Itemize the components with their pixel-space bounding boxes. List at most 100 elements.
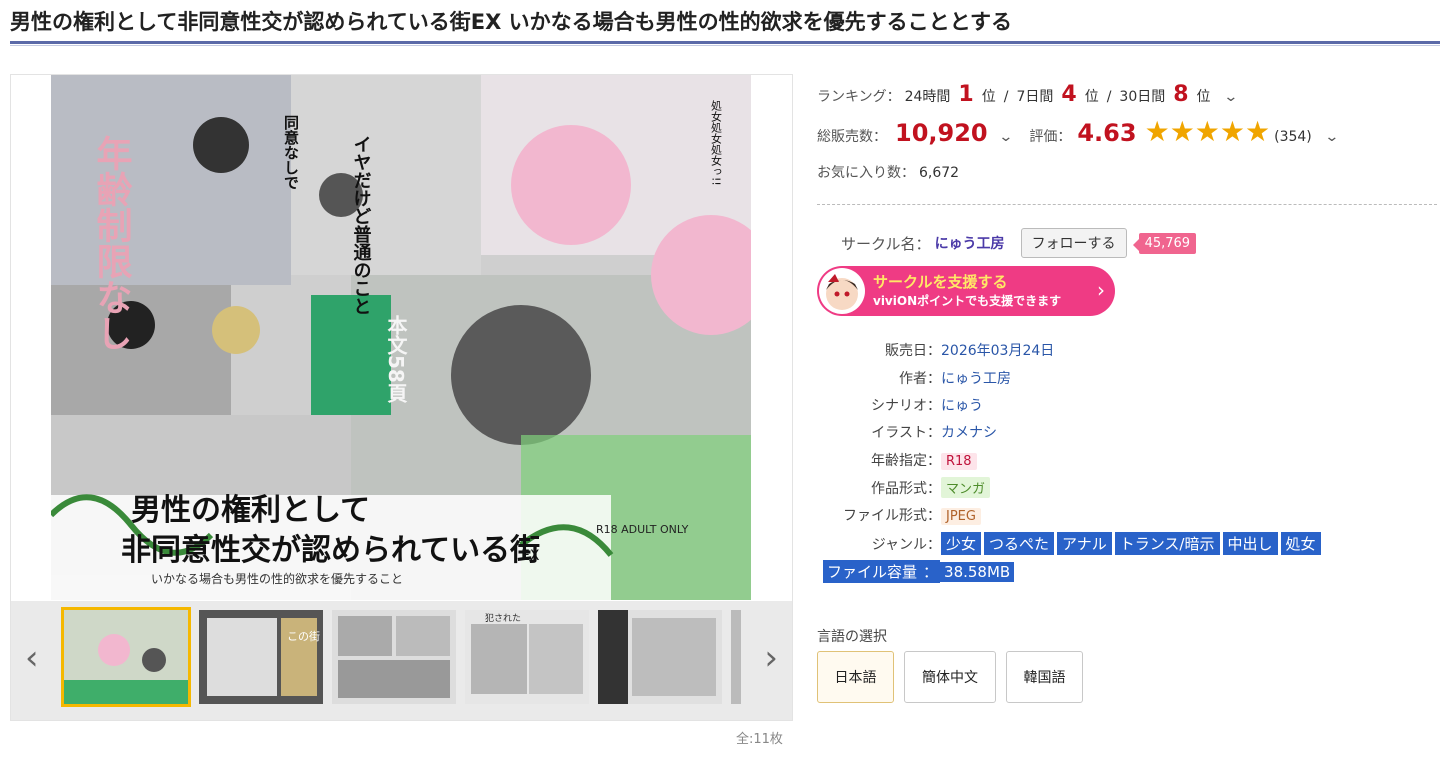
divider xyxy=(817,204,1437,205)
illust-row: イラスト： カメナシ xyxy=(817,422,997,442)
filesize-value: 38.58MB xyxy=(940,562,1015,582)
prev-arrow-icon[interactable]: ‹ xyxy=(25,641,39,675)
favorites-label: お気に入り数： xyxy=(817,165,915,181)
thumbnail-2[interactable]: この街 xyxy=(199,610,323,704)
language-option-japanese[interactable]: 日本語 xyxy=(817,651,894,703)
author-label: 作者： xyxy=(899,371,941,387)
ranking-7d-value: 4 xyxy=(1061,82,1077,107)
rating-label: 評価： xyxy=(1029,129,1072,145)
next-arrow-icon[interactable]: › xyxy=(764,641,778,675)
page-count: 全:11枚 xyxy=(736,732,783,747)
format-badge[interactable]: マンガ xyxy=(941,477,991,498)
rating-value: 4.63 xyxy=(1077,119,1137,147)
favorites-value: 6,672 xyxy=(919,165,960,181)
thumbnail-3[interactable] xyxy=(332,610,456,704)
genre-tag[interactable]: 少女 xyxy=(941,532,982,555)
cover-title-line2: 非同意性交が認められている街 xyxy=(121,533,540,568)
cover-text-consent: 同意なしで xyxy=(282,115,300,190)
star-icon: ★ xyxy=(1219,115,1246,148)
ranking-row: ランキング： 24時間 1 位 / 7日間 4 位 / 30日間 8 位 ⌄ xyxy=(817,82,1238,107)
rating-expand-chevron-icon[interactable]: ⌄ xyxy=(1324,129,1339,145)
title-underline xyxy=(10,41,1440,44)
circle-row: サークル名： にゅう工房 フォローする 45,769 xyxy=(841,228,1197,258)
genre-tag[interactable]: つるぺた xyxy=(984,532,1055,555)
page-title: 男性の権利として非同意性交が認められている街EX いかなる場合も男性の性的欲求を… xyxy=(10,10,1012,34)
cover-text-normal: イヤだけど普通のこと xyxy=(351,135,372,315)
circle-name-link[interactable]: にゅう工房 xyxy=(935,233,1005,253)
filetype-label: ファイル形式： xyxy=(843,508,941,524)
chevron-right-icon: › xyxy=(1097,278,1105,302)
ranking-30d-value: 8 xyxy=(1173,82,1189,107)
genre-tag[interactable]: トランス/暗示 xyxy=(1114,532,1220,555)
follower-count-badge: 45,769 xyxy=(1132,232,1197,254)
sales-row: 総販売数： 10,920 ⌄ 評価： 4.63 ★★★★★ (354) ⌄ xyxy=(817,118,1339,148)
cover-title-line1: 男性の権利として xyxy=(131,493,370,528)
format-label: 作品形式： xyxy=(871,481,941,497)
ranking-unit-1: 位 xyxy=(981,89,996,105)
product-gallery: 男性の権利として 非同意性交が認められている街 いかなる場合も男性の性的欲求を優… xyxy=(10,74,793,721)
format-row: 作品形式： マンガ xyxy=(817,477,991,498)
genre-row: ジャンル： 少女 つるぺた アナル トランス/暗示 中出し 処女 xyxy=(817,532,1324,555)
thumbnail-strip: ‹ この街 犯された › xyxy=(11,601,792,720)
support-circle-button[interactable]: サークルを支援する viviONポイントでも支援できます › xyxy=(817,266,1115,316)
author-link[interactable]: にゅう工房 xyxy=(941,368,1011,388)
ranking-sep-1: / xyxy=(1003,89,1009,105)
ranking-7d-label: 7日間 xyxy=(1016,89,1054,105)
ranking-expand-chevron-icon[interactable]: ⌄ xyxy=(1223,89,1238,105)
circle-label: サークル名： xyxy=(841,234,931,253)
illust-label: イラスト： xyxy=(871,425,941,441)
thumbnail-5[interactable] xyxy=(598,610,722,704)
age-rating-badge[interactable]: R18 xyxy=(941,453,977,470)
star-icon: ★ xyxy=(1169,115,1195,148)
sales-label: 総販売数： xyxy=(817,129,887,145)
follow-button[interactable]: フォローする xyxy=(1020,228,1127,258)
genre-tag[interactable]: アナル xyxy=(1057,532,1112,555)
cover-subtitle: いかなる場合も男性の性的欲求を優先すること xyxy=(151,571,403,586)
rating-stars: ★★★★★ xyxy=(1145,118,1271,146)
age-row: 年齢指定： R18 xyxy=(817,450,977,470)
scenario-row: シナリオ： にゅう xyxy=(817,395,983,415)
language-option-simplified-chinese[interactable]: 簡体中文 xyxy=(904,651,996,703)
cover-text-shout: 処女処女処女っ!! xyxy=(710,100,723,186)
filetype-row: ファイル形式： JPEG xyxy=(817,505,981,525)
genre-label: ジャンル： xyxy=(871,537,941,553)
filetype-badge[interactable]: JPEG xyxy=(941,508,981,525)
circle-avatar xyxy=(819,268,865,314)
cover-ex: EX xyxy=(521,548,540,564)
ranking-30d-label: 30日間 xyxy=(1119,89,1166,105)
illust-link[interactable]: カメナシ xyxy=(941,422,997,442)
language-option-korean[interactable]: 韓国語 xyxy=(1006,651,1083,703)
favorites-row: お気に入り数： 6,672 xyxy=(817,162,959,182)
genre-tag[interactable]: 処女 xyxy=(1280,532,1321,555)
ranking-unit-2: 位 xyxy=(1084,89,1099,105)
release-date-link[interactable]: 2026年03月24日 xyxy=(941,340,1054,360)
ranking-sep-2: / xyxy=(1106,89,1112,105)
genre-tag[interactable]: 中出し xyxy=(1222,532,1278,555)
filesize-row: ファイル容量 ： 38.58MB xyxy=(817,560,1015,583)
ranking-24h-label: 24時間 xyxy=(904,89,951,105)
cover-text-pages: 本文58頁 xyxy=(384,315,408,404)
thumbnail-4-text: 犯された xyxy=(485,613,521,624)
cover-image[interactable]: 男性の権利として 非同意性交が認められている街 いかなる場合も男性の性的欲求を優… xyxy=(51,75,751,600)
scenario-link[interactable]: にゅう xyxy=(941,395,983,415)
author-row: 作者： にゅう工房 xyxy=(817,368,1011,388)
ranking-unit-3: 位 xyxy=(1196,89,1211,105)
filesize-colon: ： xyxy=(921,560,941,583)
cover-illustration: 男性の権利として 非同意性交が認められている街 いかなる場合も男性の性的欲求を優… xyxy=(51,75,751,600)
sales-expand-chevron-icon[interactable]: ⌄ xyxy=(998,129,1013,145)
release-label: 販売日： xyxy=(885,343,941,359)
thumbnail-2-text: この街 xyxy=(287,629,320,643)
thumbnail-1[interactable] xyxy=(61,607,191,707)
release-row: 販売日： 2026年03月24日 xyxy=(817,340,1054,360)
scenario-label: シナリオ： xyxy=(871,398,941,414)
cover-text-age: 年齢制限なし xyxy=(91,135,133,351)
support-title: サークルを支援する xyxy=(873,273,1008,291)
cover-credits: R18 ADULT ONLY xyxy=(596,523,689,536)
thumbnail-6-partial[interactable] xyxy=(731,610,741,704)
thumbnail-4[interactable]: 犯された xyxy=(465,610,589,704)
support-subtitle: viviONポイントでも支援できます xyxy=(873,294,1062,308)
star-icon: ★ xyxy=(1245,115,1271,148)
language-label: 言語の選択 xyxy=(817,629,887,645)
ranking-label: ランキング： xyxy=(817,89,901,105)
title-underline-thin xyxy=(10,45,1440,46)
